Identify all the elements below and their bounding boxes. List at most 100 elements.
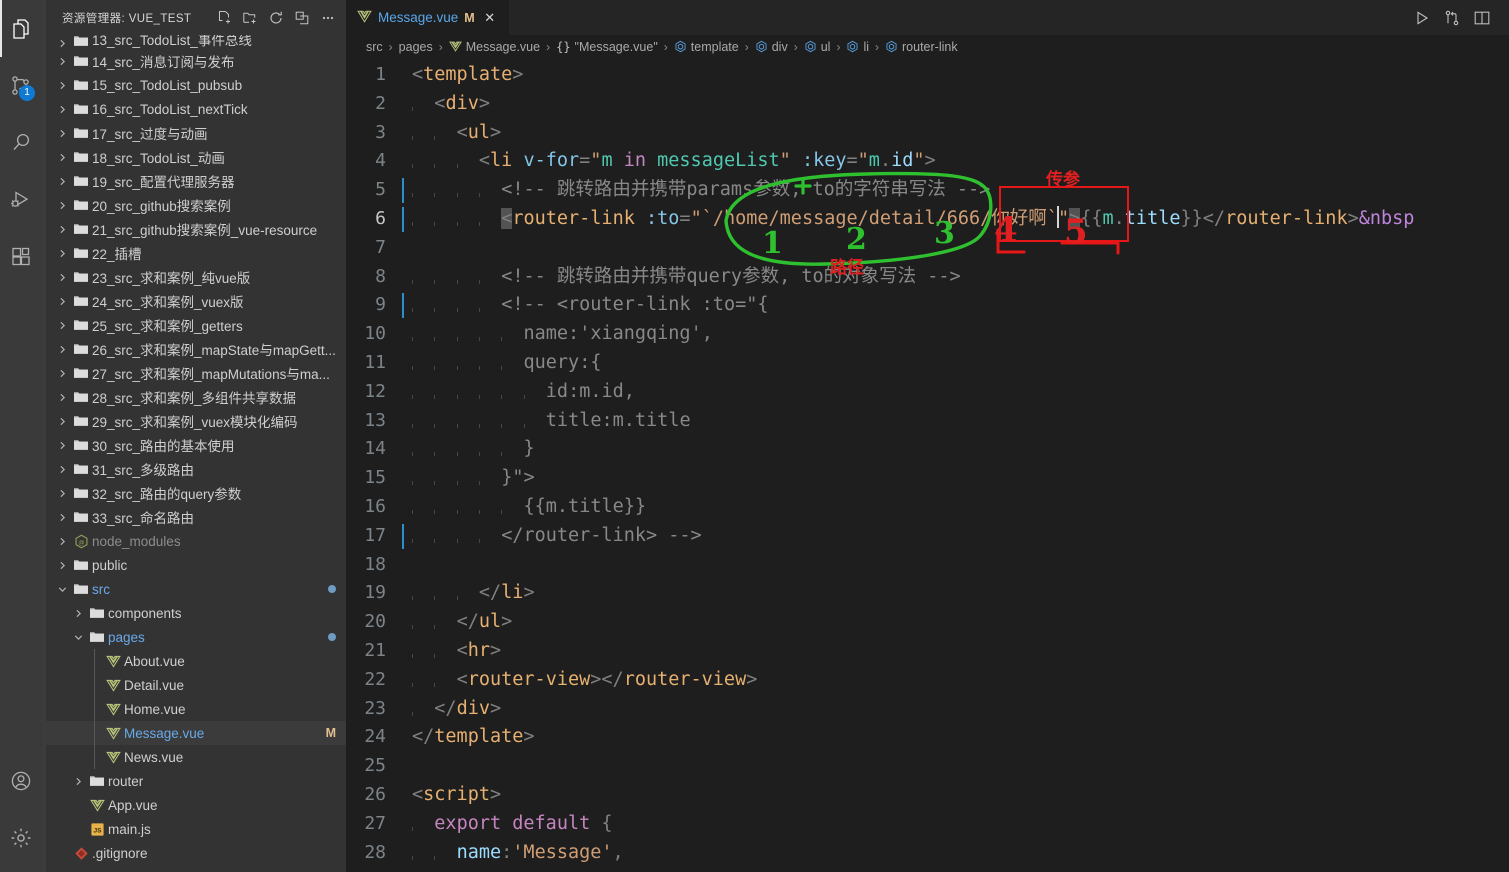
- chevron-right-icon[interactable]: [54, 56, 70, 67]
- tree-item-24_src_求和案例_vuex版[interactable]: 24_src_求和案例_vuex版: [46, 289, 346, 313]
- tree-item-22_插槽[interactable]: 22_插槽: [46, 241, 346, 265]
- code-lines[interactable]: 1 <template> 2 <div> 3 <ul> 4 <li v-for="m in m…: [346, 58, 1509, 872]
- tree-item-29_src_求和案例_vuex模块化编码[interactable]: 29_src_求和案例_vuex模块化编码: [46, 409, 346, 433]
- code-line-16[interactable]: 16 {{m.title}}: [346, 493, 1509, 522]
- code-line-24[interactable]: 24 </template>: [346, 723, 1509, 752]
- code-line-3[interactable]: 3 <ul>: [346, 119, 1509, 148]
- chevron-right-icon[interactable]: [70, 776, 86, 787]
- chevron-right-icon[interactable]: [54, 152, 70, 163]
- tree-item-node_modules[interactable]: @ node_modules: [46, 529, 346, 553]
- code-line-13[interactable]: 13 title:m.title: [346, 407, 1509, 436]
- collapse-all-icon[interactable]: [290, 7, 314, 29]
- code-line-20[interactable]: 20 </ul>: [346, 608, 1509, 637]
- play-icon[interactable]: [1409, 4, 1435, 32]
- tree-item-31_src_多级路由[interactable]: 31_src_多级路由: [46, 457, 346, 481]
- breadcrumb[interactable]: src › pages › Message.vue ›{} "Message.vue" › te…: [346, 35, 1509, 58]
- tree-item-17_src_过度与动画[interactable]: 17_src_过度与动画: [46, 121, 346, 145]
- tree-item-home.vue[interactable]: Home.vue: [46, 697, 346, 721]
- refresh-icon[interactable]: [264, 7, 288, 29]
- source-control-compare-icon[interactable]: [1439, 4, 1465, 32]
- activity-item-explorer[interactable]: [0, 0, 42, 57]
- chevron-right-icon[interactable]: [54, 560, 70, 571]
- breadcrumb-item-messagevue[interactable]: Message.vue: [447, 40, 542, 54]
- tree-item-26_src_求和案例_mapstate与mapgett...[interactable]: 26_src_求和案例_mapState与mapGett...: [46, 337, 346, 361]
- tree-item-27_src_求和案例_mapmutations与ma...[interactable]: 27_src_求和案例_mapMutations与ma...: [46, 361, 346, 385]
- tree-item-21_src_github搜索案例_vue-resource[interactable]: 21_src_github搜索案例_vue-resource: [46, 217, 346, 241]
- tree-item-pages[interactable]: pages: [46, 625, 346, 649]
- chevron-right-icon[interactable]: [54, 368, 70, 379]
- code-line-6[interactable]: 6 <router-link :to="`/home/message/detail…: [346, 205, 1509, 234]
- tree-item-components[interactable]: components: [46, 601, 346, 625]
- chevron-right-icon[interactable]: [54, 392, 70, 403]
- code-line-17[interactable]: 17 </router-link> -->: [346, 522, 1509, 551]
- chevron-right-icon[interactable]: [54, 272, 70, 283]
- code-line-19[interactable]: 19 </li>: [346, 579, 1509, 608]
- chevron-right-icon[interactable]: [54, 344, 70, 355]
- tree-item-16_src_todolist_nexttick[interactable]: 16_src_TodoList_nextTick: [46, 97, 346, 121]
- chevron-right-icon[interactable]: [54, 296, 70, 307]
- chevron-right-icon[interactable]: [54, 320, 70, 331]
- code-line-7[interactable]: 7: [346, 234, 1509, 263]
- tree-item-25_src_求和案例_getters[interactable]: 25_src_求和案例_getters: [46, 313, 346, 337]
- chevron-right-icon[interactable]: [70, 608, 86, 619]
- chevron-right-icon[interactable]: [54, 38, 70, 49]
- split-editor-icon[interactable]: [1469, 4, 1495, 32]
- breadcrumb-item-template[interactable]: template: [672, 40, 741, 54]
- tree-item-20_src_github搜索案例[interactable]: 20_src_github搜索案例: [46, 193, 346, 217]
- code-line-2[interactable]: 2 <div>: [346, 90, 1509, 119]
- tree-item-app.vue[interactable]: App.vue: [46, 793, 346, 817]
- chevron-right-icon[interactable]: [54, 224, 70, 235]
- chevron-right-icon[interactable]: [54, 488, 70, 499]
- close-icon[interactable]: ✕: [481, 10, 499, 26]
- code-line-12[interactable]: 12 id:m.id,: [346, 378, 1509, 407]
- chevron-down-icon[interactable]: [70, 632, 86, 643]
- code-line-27[interactable]: 27 export default {: [346, 810, 1509, 839]
- code-line-23[interactable]: 23 </div>: [346, 695, 1509, 724]
- tree-item-18_src_todolist_动画[interactable]: 18_src_TodoList_动画: [46, 145, 346, 169]
- chevron-right-icon[interactable]: [54, 464, 70, 475]
- breadcrumb-item-li[interactable]: li: [844, 40, 871, 54]
- code-line-15[interactable]: 15}">: [346, 464, 1509, 493]
- new-folder-icon[interactable]: [238, 7, 262, 29]
- chevron-right-icon[interactable]: [54, 200, 70, 211]
- chevron-right-icon[interactable]: [54, 176, 70, 187]
- activity-item-accounts[interactable]: [0, 752, 42, 809]
- code-line-18[interactable]: 18: [346, 551, 1509, 580]
- ellipsis-icon[interactable]: [316, 7, 340, 29]
- chevron-right-icon[interactable]: [54, 80, 70, 91]
- tree-item-about.vue[interactable]: About.vue: [46, 649, 346, 673]
- tree-item-babel.config.js[interactable]: Bbabel.config.js: [46, 865, 346, 872]
- code-line-10[interactable]: 10 name:'xiangqing',: [346, 320, 1509, 349]
- tree-item-33_src_命名路由[interactable]: 33_src_命名路由: [46, 505, 346, 529]
- chevron-down-icon[interactable]: [54, 584, 70, 595]
- tab-message-vue[interactable]: Message.vue M ✕: [346, 0, 510, 35]
- code-line-4[interactable]: 4 <li v-for="m in messageList" :key="m.id…: [346, 147, 1509, 176]
- tree-item-detail.vue[interactable]: Detail.vue: [46, 673, 346, 697]
- code-line-5[interactable]: 5 <!-- 跳转路由并携带params参数, to的字符串写法 -->: [346, 176, 1509, 205]
- code-line-25[interactable]: 25: [346, 752, 1509, 781]
- tree-item-src[interactable]: src: [46, 577, 346, 601]
- tree-item-message.vue[interactable]: Message.vue M: [46, 721, 346, 745]
- breadcrumb-item-routerlink[interactable]: router-link: [883, 40, 960, 54]
- tree-item-news.vue[interactable]: News.vue: [46, 745, 346, 769]
- chevron-right-icon[interactable]: [54, 248, 70, 259]
- code-line-11[interactable]: 11 query:{: [346, 349, 1509, 378]
- chevron-right-icon[interactable]: [54, 416, 70, 427]
- activity-item-source-control[interactable]: 1: [0, 57, 42, 114]
- tree-item-19_src_配置代理服务器[interactable]: 19_src_配置代理服务器: [46, 169, 346, 193]
- tree-item-main.js[interactable]: JS main.js: [46, 817, 346, 841]
- tree-item-router[interactable]: router: [46, 769, 346, 793]
- activity-item-run-debug[interactable]: [0, 171, 42, 228]
- new-file-icon[interactable]: [212, 7, 236, 29]
- file-tree[interactable]: 13_src_TodoList_事件总线 14_src_消息订阅与发布 15_src…: [46, 35, 346, 872]
- code-line-1[interactable]: 1 <template>: [346, 61, 1509, 90]
- tree-item-14_src_消息订阅与发布[interactable]: 14_src_消息订阅与发布: [46, 49, 346, 73]
- code-line-14[interactable]: 14}: [346, 435, 1509, 464]
- activity-item-search[interactable]: [0, 114, 42, 171]
- code-line-26[interactable]: 26 <script>: [346, 781, 1509, 810]
- tree-item-23_src_求和案例_纯vue版[interactable]: 23_src_求和案例_纯vue版: [46, 265, 346, 289]
- tree-item-15_src_todolist_pubsub[interactable]: 15_src_TodoList_pubsub: [46, 73, 346, 97]
- code-line-28[interactable]: 28 name:'Message',: [346, 839, 1509, 868]
- chevron-right-icon[interactable]: [54, 512, 70, 523]
- activity-item-extensions[interactable]: [0, 228, 42, 285]
